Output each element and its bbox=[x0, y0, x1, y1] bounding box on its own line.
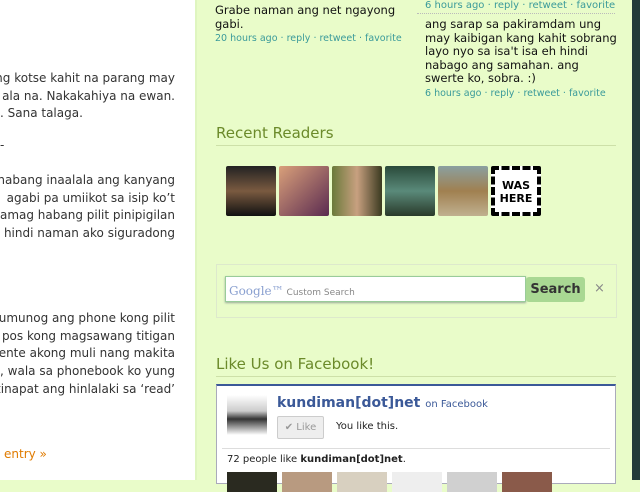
count-suffix: . bbox=[402, 454, 406, 465]
google-logo: Google™ bbox=[229, 284, 284, 298]
favorite-link[interactable]: favorite bbox=[365, 33, 402, 44]
count-text: 72 people like bbox=[227, 454, 301, 465]
divider bbox=[222, 448, 610, 449]
post-line: , wala sa phonebook ko yung bbox=[0, 364, 175, 378]
tweet-meta-top[interactable]: 6 hours ago · reply · retweet · favorite bbox=[425, 0, 615, 12]
clear-search-icon[interactable]: × bbox=[594, 281, 605, 296]
fan-avatar[interactable] bbox=[447, 472, 497, 492]
fan-avatar[interactable] bbox=[392, 472, 442, 492]
like-count: 72 people like kundiman[dot]net. bbox=[227, 454, 406, 465]
post-line: habang inaalala ang kanyang bbox=[0, 173, 175, 187]
fan-avatar[interactable] bbox=[227, 472, 277, 492]
on-facebook-link[interactable]: on Facebook bbox=[425, 399, 488, 410]
count-page-name: kundiman[dot]net bbox=[300, 454, 403, 465]
page-name-link[interactable]: kundiman[dot]net bbox=[277, 395, 420, 411]
facebook-like-box: kundiman[dot]net on Facebook ✔ Like You … bbox=[216, 384, 616, 492]
badge-text: WAS bbox=[501, 179, 531, 192]
post-line: ala na. Nakakahiya na ewan. bbox=[2, 89, 175, 103]
page-edge bbox=[632, 0, 640, 480]
tweet-time[interactable]: 6 hours ago bbox=[425, 88, 481, 99]
reader-avatar[interactable] bbox=[385, 166, 435, 216]
search-placeholder: Custom Search bbox=[286, 288, 355, 298]
like-button[interactable]: ✔ Like bbox=[277, 416, 324, 439]
favorite-link[interactable]: favorite bbox=[569, 88, 606, 99]
badge-text: HERE bbox=[499, 192, 533, 205]
was-here-badge[interactable]: WAS HERE bbox=[491, 166, 541, 216]
tweet-text: ang sarap sa pakiramdam ung may kaibigan… bbox=[425, 17, 617, 85]
tweet-text: Grabe naman ang net ngayong gabi. bbox=[215, 3, 396, 31]
post-line: tumunog ang phone kong pilit bbox=[0, 311, 175, 325]
post-line: yente akong muli nang makita bbox=[0, 346, 175, 360]
you-like-text: You like this. bbox=[336, 421, 399, 432]
post-line: - bbox=[0, 138, 5, 152]
search-input[interactable]: Google™ Custom Search bbox=[225, 276, 526, 302]
post-line: amag habang pilit pinipigilan bbox=[0, 208, 175, 222]
tweet: ang sarap sa pakiramdam ung may kaibigan… bbox=[425, 17, 620, 100]
post-line: hindi naman ako siguradong bbox=[3, 226, 175, 240]
reader-avatar[interactable] bbox=[332, 166, 382, 216]
tweet-divider bbox=[417, 13, 615, 14]
post-line: pos kong magsawang titigan bbox=[1, 329, 175, 343]
post-line: . Sana talaga. bbox=[0, 106, 83, 120]
post-line: ng kotse kahit na parang may bbox=[0, 71, 175, 85]
facebook-heading: Like Us on Facebook! bbox=[216, 355, 616, 377]
search-button[interactable]: Search bbox=[526, 277, 585, 302]
fan-avatar[interactable] bbox=[337, 472, 387, 492]
tweet-time[interactable]: 20 hours ago bbox=[215, 33, 278, 44]
reader-avatar[interactable] bbox=[438, 166, 488, 216]
post-content: ng kotse kahit na parang may ala na. Nak… bbox=[0, 0, 197, 480]
retweet-link[interactable]: retweet bbox=[319, 33, 355, 44]
tweet: Grabe naman ang net ngayong gabi. 20 hou… bbox=[215, 3, 410, 46]
reply-link[interactable]: reply bbox=[491, 88, 515, 99]
read-more-link[interactable]: entry » bbox=[4, 447, 47, 461]
fan-avatar[interactable] bbox=[502, 472, 552, 492]
reader-avatar[interactable] bbox=[226, 166, 276, 216]
retweet-link[interactable]: retweet bbox=[523, 88, 559, 99]
recent-readers-heading: Recent Readers bbox=[216, 124, 616, 146]
post-line: tinapat ang hinlalaki sa ‘read’ bbox=[0, 382, 175, 396]
post-line: agabi pa umiikot sa isip ko’t bbox=[6, 191, 175, 205]
reader-avatar[interactable] bbox=[279, 166, 329, 216]
reply-link[interactable]: reply bbox=[287, 33, 311, 44]
fan-avatar[interactable] bbox=[282, 472, 332, 492]
page-avatar[interactable] bbox=[227, 395, 267, 435]
